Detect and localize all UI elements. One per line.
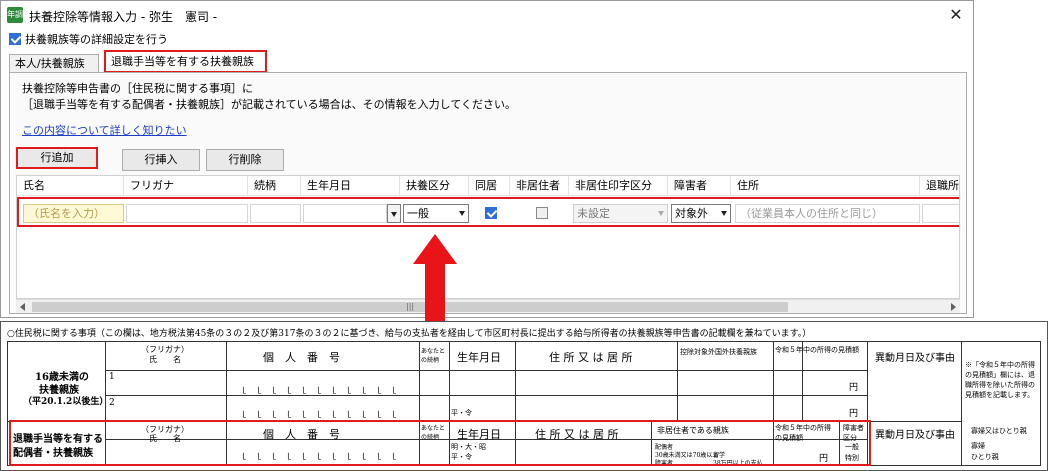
- under16-title3: （平20.1.2以後生）: [23, 397, 109, 407]
- insert-row-button[interactable]: 行挿入: [122, 149, 200, 171]
- chevron-down-icon: [721, 211, 727, 216]
- birthdate-input[interactable]: [303, 204, 387, 223]
- grip-icon: |||: [406, 302, 415, 311]
- chevron-down-icon: [459, 211, 465, 216]
- address-label: 住 所 又 は 居 所: [549, 351, 633, 364]
- divider: [677, 341, 678, 421]
- column-header-non-resident-print: 非居住印字区分: [569, 176, 668, 196]
- column-header-name: 氏名: [17, 176, 124, 196]
- table-row: （氏名を入力） 一般 未設定 対象外 （従業員本人の住所と同じ）: [17, 197, 959, 227]
- help-link[interactable]: この内容について詳しく知りたい: [22, 122, 187, 138]
- yen-label-1: 円: [849, 383, 859, 393]
- number-ticks: ｌｌｌｌｌｌｌｌｌｌｌ: [239, 387, 405, 397]
- title-bar: 年調 扶養控除等情報入力 - 弥生 憲司 - ✕: [1, 1, 973, 29]
- divider: [961, 341, 962, 466]
- birth-label: 生年月日: [457, 351, 501, 364]
- column-header-furigana: フリガナ: [124, 176, 248, 196]
- non-resident-checkbox[interactable]: [536, 207, 548, 219]
- divider: [105, 395, 867, 396]
- window-title: 扶養控除等情報入力 - 弥生 憲司 -: [29, 10, 218, 24]
- non-resident-print-value: 未設定: [577, 207, 610, 220]
- row-1-label: 1: [109, 372, 115, 382]
- disability-value: 対象外: [675, 207, 708, 220]
- relation-label: あなたとの続柄: [421, 348, 446, 364]
- column-header-living-together: 同居: [469, 176, 510, 196]
- up-arrow-head: [413, 234, 457, 264]
- kojin-bango-label: 個 人 番 号: [263, 351, 340, 364]
- kafu-option-2: ひとり親: [971, 453, 999, 461]
- description-line-2: ［退職手当等を有する配偶者・扶養親族］が記載されている場合は、その情報を入力して…: [22, 98, 517, 111]
- chevron-down-icon: [391, 212, 397, 217]
- kafu-option-1: 寡婦: [971, 442, 985, 450]
- column-header-relation: 続柄: [248, 176, 301, 196]
- delete-row-button[interactable]: 行削除: [206, 149, 284, 171]
- address-input[interactable]: （従業員本人の住所と同じ）: [735, 204, 920, 223]
- column-header-address: 住所: [731, 176, 920, 196]
- column-header-retirement-income: 退職所得: [920, 176, 959, 196]
- retirement-income-input[interactable]: [922, 204, 959, 223]
- tab-panel: 扶養控除等申告書の［住民税に関する事項］に ［退職手当等を有する配偶者・扶養親族…: [9, 72, 967, 314]
- name-input[interactable]: （氏名を入力）: [23, 204, 124, 223]
- side-note: ※「令和５年中の所得の見積額」欄には、退職所得を除いた所得の見積額を記載します。: [965, 361, 1035, 399]
- column-header-non-resident: 非居住者: [510, 176, 569, 196]
- ido-label-2: 異動月日及び事由: [875, 430, 955, 441]
- row-2-label: 2: [109, 398, 115, 408]
- app-icon: 年調: [7, 7, 23, 23]
- add-row-button[interactable]: 行追加: [16, 147, 98, 169]
- form-note: ○住民税に関する事項（この欄は、地方税法第45条の３の２及び第317条の３の２に…: [7, 329, 812, 339]
- tab-retirement-dependents[interactable]: 退職手当等を有する扶養親族: [104, 50, 267, 73]
- chevron-down-icon: [658, 211, 664, 216]
- dependents-grid: 氏名 フリガナ 続柄 生年月日 扶養区分 同居 非居住者 非居住印字区分 障害者…: [16, 175, 960, 299]
- detail-setting-row[interactable]: 扶養親族等の詳細設定を行う: [9, 31, 168, 47]
- detail-setting-checkbox[interactable]: [9, 33, 21, 45]
- column-header-birthdate: 生年月日: [301, 176, 400, 196]
- relation-input[interactable]: [250, 204, 301, 223]
- support-type-value: 一般: [407, 207, 429, 220]
- retirement-section-highlight: [9, 420, 871, 466]
- horizontal-scrollbar[interactable]: |||: [16, 299, 960, 313]
- divider: [105, 370, 867, 371]
- scroll-right-icon[interactable]: [951, 303, 956, 311]
- shimei-label: 氏 名: [149, 355, 181, 364]
- kafu-label: 寡婦又はひとり親: [971, 427, 1027, 435]
- column-header-disability: 障害者: [668, 176, 731, 196]
- era-label: 平・令: [451, 409, 472, 417]
- ido-label: 異動月日及び事由: [875, 353, 955, 364]
- furigana-input[interactable]: [126, 204, 248, 223]
- foreign-dependents-label: 控除対象外国外扶養親族: [680, 348, 757, 356]
- support-type-select[interactable]: 一般: [403, 204, 469, 223]
- close-icon[interactable]: ✕: [945, 5, 967, 25]
- yen-label-2: 円: [849, 409, 859, 419]
- detail-setting-label: 扶養親族等の詳細設定を行う: [25, 33, 168, 46]
- tax-form-excerpt: ○住民税に関する事項（この欄は、地方税法第45条の３の２及び第317条の３の２に…: [0, 321, 1048, 471]
- income-label: 令和５年中の所得の見積額: [775, 346, 859, 354]
- scroll-thumb[interactable]: |||: [32, 302, 788, 312]
- non-resident-print-select[interactable]: 未設定: [573, 204, 668, 223]
- living-together-checkbox[interactable]: [485, 207, 497, 219]
- column-header-support-type: 扶養区分: [400, 176, 469, 196]
- dialog-window: 年調 扶養控除等情報入力 - 弥生 憲司 - ✕ 扶養親族等の詳細設定を行う 本…: [0, 0, 974, 318]
- tab-self-dependents[interactable]: 本人/扶養親族: [9, 54, 99, 72]
- disability-select[interactable]: 対象外: [671, 204, 731, 223]
- scroll-left-icon[interactable]: [20, 303, 25, 311]
- description-line-1: 扶養控除等申告書の［住民税に関する事項］に: [22, 82, 253, 95]
- birthdate-dropdown[interactable]: [387, 204, 401, 223]
